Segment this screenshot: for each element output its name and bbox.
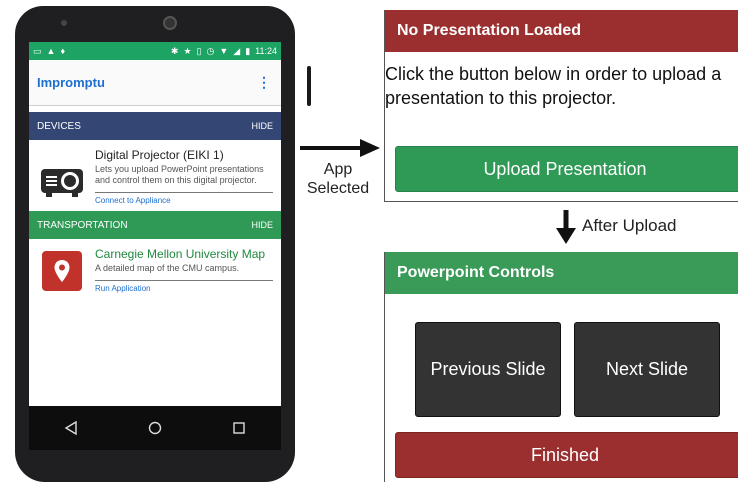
battery-icon: ▮ (245, 45, 251, 56)
next-slide-button[interactable]: Next Slide (574, 322, 720, 417)
divider (95, 280, 273, 281)
status-bar: ▭ ▲ ♦ ✱ ★ ▯ ◷ ▼ ◢ ▮ 11:24 (29, 42, 281, 60)
speaker-dot (61, 20, 67, 26)
category-transportation-header: TRANSPORTATION HIDE (29, 211, 281, 239)
projector-icon (41, 168, 83, 197)
appliance-card-projector[interactable]: Digital Projector (EIKI 1) Lets you uplo… (29, 140, 281, 211)
category-label: TRANSPORTATION (37, 219, 128, 231)
signal-icon: ◢ (233, 45, 241, 56)
appliance-name: Digital Projector (EIKI 1) (95, 148, 224, 162)
divider (95, 192, 273, 193)
powerpoint-controls-panel: Powerpoint Controls Previous Slide Next … (384, 252, 738, 482)
run-application-link[interactable]: Run Application (95, 284, 273, 293)
overflow-menu-icon[interactable]: ⋮ (255, 74, 273, 91)
warning-icon: ▲ (46, 45, 56, 56)
category-label: DEVICES (37, 120, 81, 132)
phone-screen: ▭ ▲ ♦ ✱ ★ ▯ ◷ ▼ ◢ ▮ 11:24 Impromptu ⋮ DE… (29, 42, 281, 450)
pin-icon: ♦ (60, 45, 66, 56)
panel-header: No Presentation Loaded (385, 10, 738, 52)
upload-instructions: Click the button below in order to uploa… (385, 64, 722, 108)
status-time: 11:24 (255, 46, 277, 56)
star-icon: ★ (183, 45, 192, 56)
app-title: Impromptu (37, 75, 105, 90)
appliance-description: Lets you upload PowerPoint presentations… (95, 164, 264, 185)
upload-presentation-button[interactable]: Upload Presentation (395, 146, 738, 192)
finished-button[interactable]: Finished (395, 432, 738, 478)
home-icon[interactable] (143, 416, 167, 440)
recents-icon[interactable] (227, 416, 251, 440)
app-selected-label: App Selected (306, 161, 370, 197)
right-arrow-icon (300, 139, 380, 157)
power-button (307, 66, 311, 106)
hide-transportation-button[interactable]: HIDE (251, 220, 273, 230)
bluetooth-icon: ✱ (170, 45, 179, 56)
previous-slide-button[interactable]: Previous Slide (415, 322, 561, 417)
wifi-icon: ▼ (219, 45, 229, 56)
down-arrow-icon (556, 210, 576, 244)
connect-to-appliance-link[interactable]: Connect to Appliance (95, 196, 273, 205)
back-icon[interactable] (59, 416, 83, 440)
vibrate-icon: ▯ (196, 45, 202, 56)
app-bar: Impromptu ⋮ (29, 60, 281, 106)
panel-header: Powerpoint Controls (385, 252, 738, 294)
map-pin-icon (42, 251, 82, 291)
category-devices-header: DEVICES HIDE (29, 112, 281, 140)
no-presentation-panel: No Presentation Loaded Click the button … (384, 10, 738, 202)
hide-devices-button[interactable]: HIDE (251, 121, 273, 131)
android-nav-bar (29, 406, 281, 450)
cast-icon: ▭ (33, 45, 42, 56)
appliance-card-cmu-map[interactable]: Carnegie Mellon University Map A detaile… (29, 239, 281, 299)
front-camera (163, 16, 177, 30)
alarm-icon: ◷ (206, 45, 215, 56)
appliance-name: Carnegie Mellon University Map (95, 247, 266, 261)
android-phone: ▭ ▲ ♦ ✱ ★ ▯ ◷ ▼ ◢ ▮ 11:24 Impromptu ⋮ DE… (15, 6, 311, 482)
appliance-description: A detailed map of the CMU campus. (95, 263, 240, 273)
after-upload-label: After Upload (582, 216, 677, 235)
